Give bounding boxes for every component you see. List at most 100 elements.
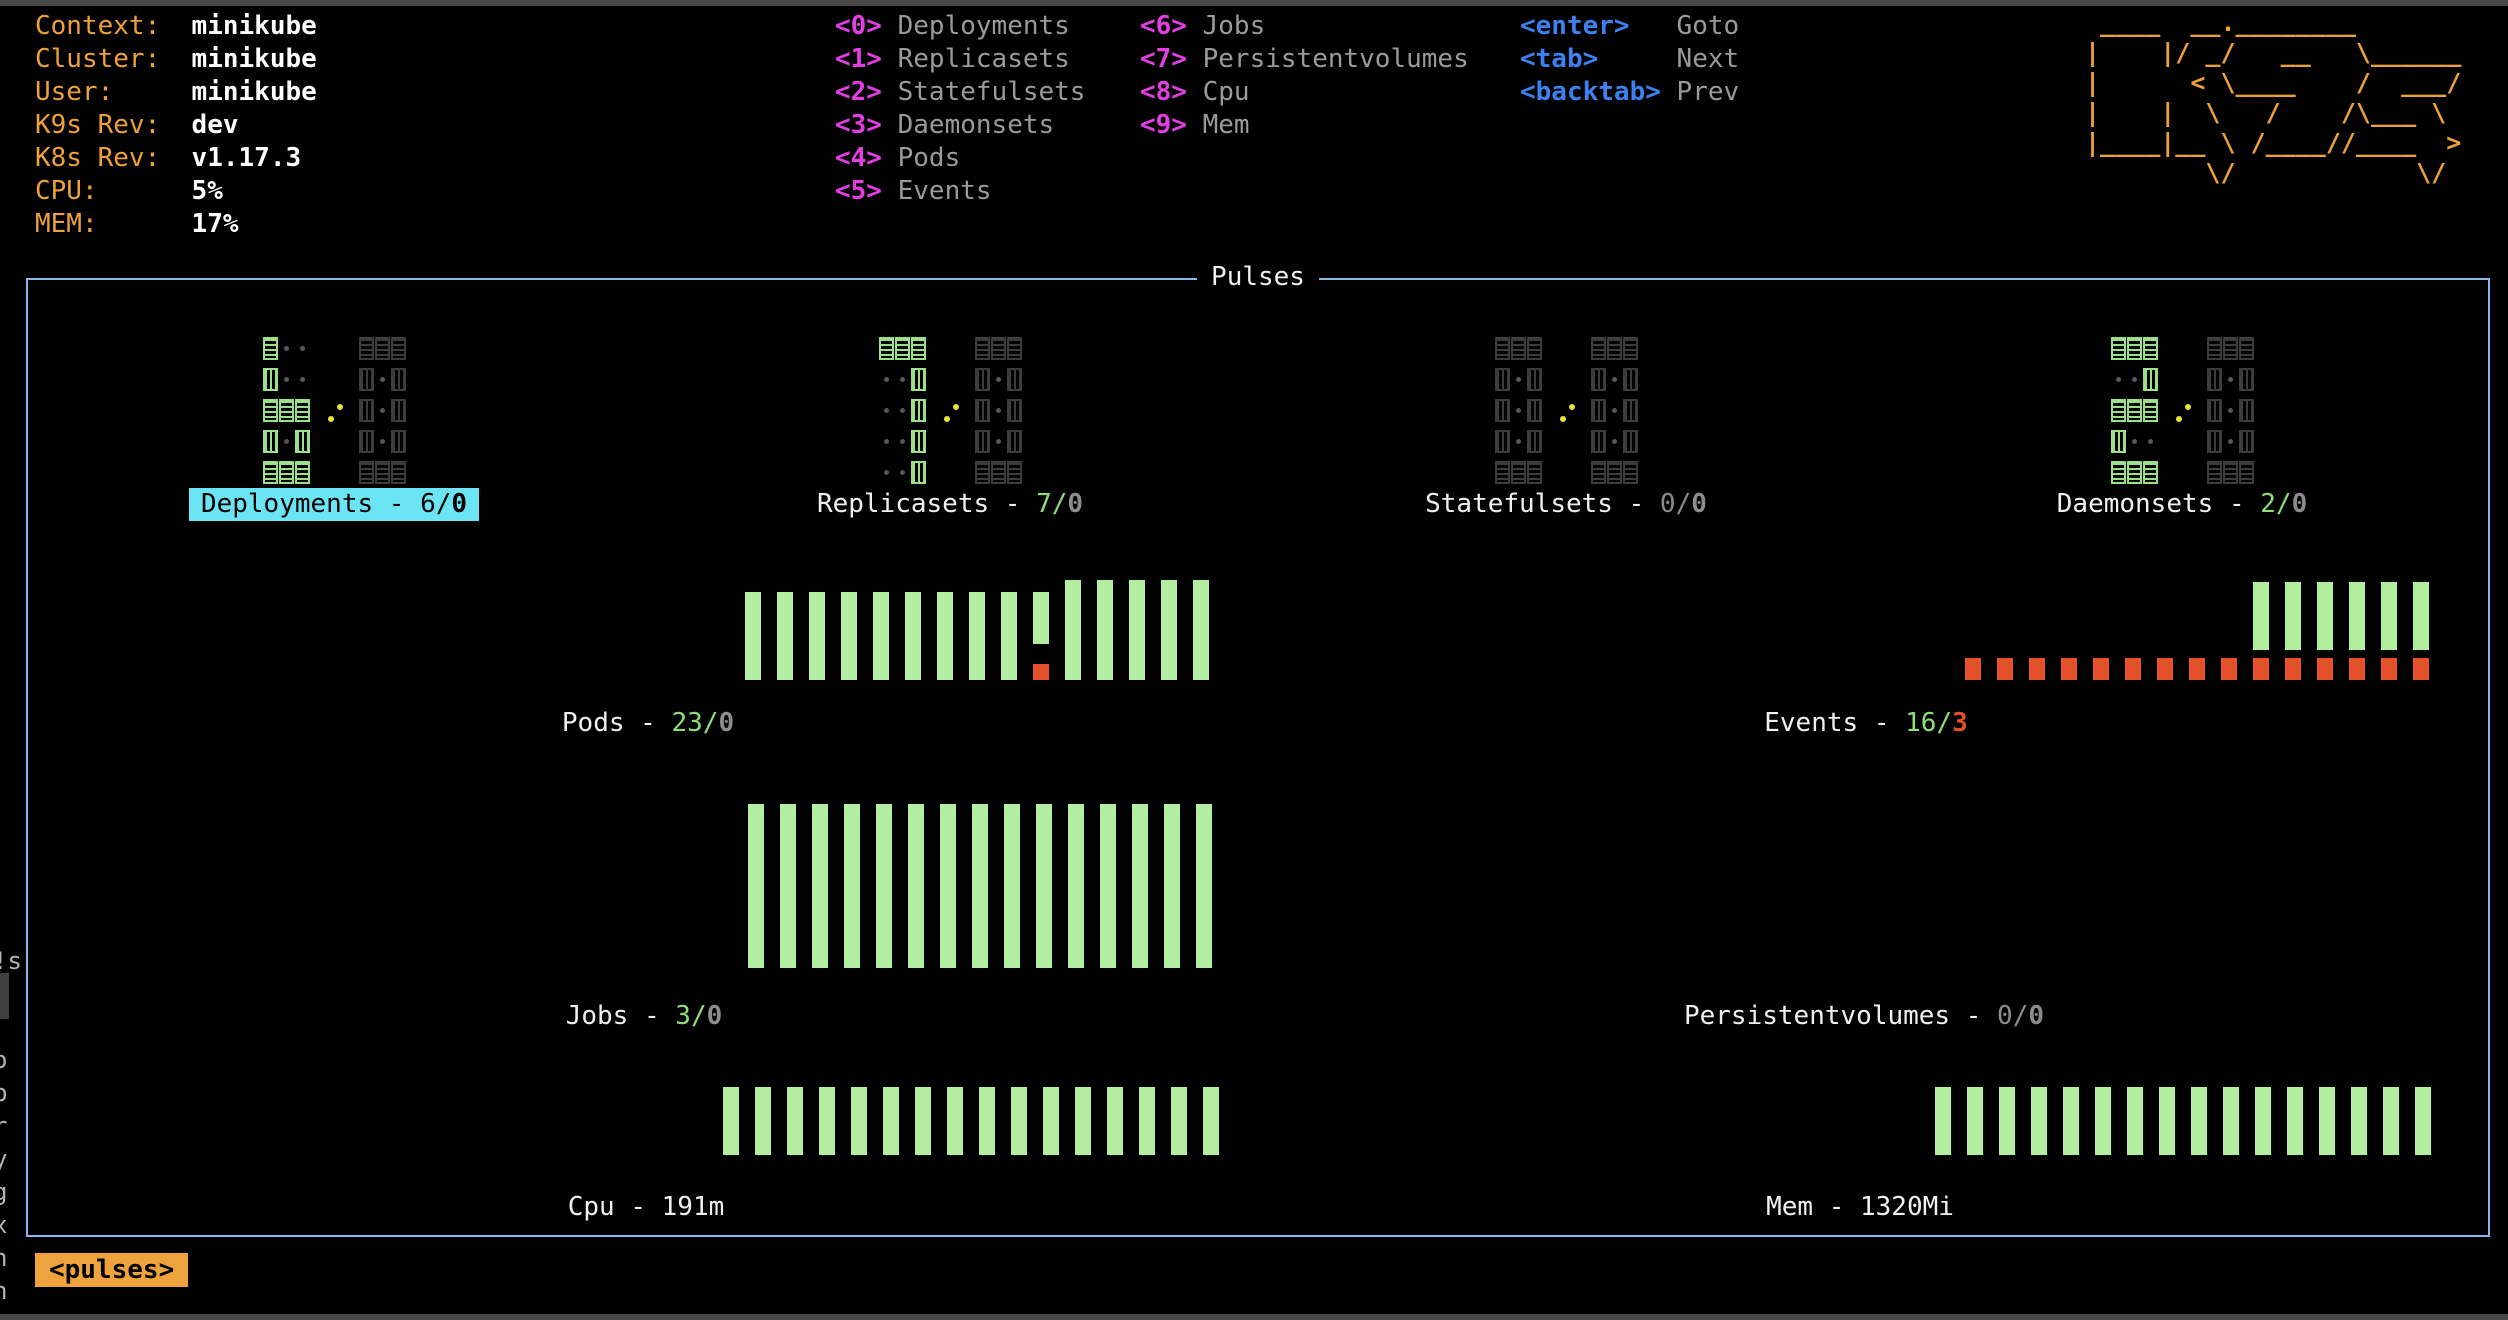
pulse-bar — [876, 804, 892, 968]
pods-chart-label: Pods - 23/0 — [561, 708, 735, 738]
pulse-bar — [2317, 582, 2333, 680]
menu-item-events[interactable]: <5> Events — [835, 175, 1085, 208]
pulse-gauge-replicasets[interactable]: Replicasets - 7/0 — [642, 333, 1258, 521]
pulse-bar — [1965, 658, 1981, 680]
pulses-panel-title: Pulses — [1197, 261, 1319, 294]
pulse-bar — [844, 804, 860, 968]
pulse-bar — [1967, 1087, 1983, 1155]
pulse-bar — [1004, 804, 1020, 968]
pulse-bar — [2351, 1087, 2367, 1155]
pulse-bar — [1097, 580, 1113, 680]
pulse-bar — [2285, 582, 2301, 680]
gauge-digit — [2110, 333, 2158, 488]
pulse-gauge-statefulsets[interactable]: Statefulsets - 0/0 — [1258, 333, 1874, 521]
pulse-chart-jobs[interactable] — [748, 804, 1212, 968]
pulse-bar — [2095, 1087, 2111, 1155]
pulse-bar — [1203, 1087, 1219, 1155]
pulse-bar — [1001, 592, 1017, 680]
menu-item-deployments[interactable]: <0> Deployments — [835, 10, 1085, 43]
menu-item-daemonsets[interactable]: <3> Daemonsets — [835, 109, 1085, 142]
pulse-bar — [723, 1087, 739, 1155]
pulse-bar — [908, 804, 924, 968]
persistentvolumes-chart-label: Persistentvolumes - 0/0 — [1683, 1001, 2045, 1031]
pulse-bar — [1100, 804, 1116, 968]
pulse-bar — [777, 592, 793, 680]
pulse-bar — [905, 592, 921, 680]
gauge-digit — [2206, 333, 2254, 488]
cluster-info-row: User: minikube — [35, 77, 317, 107]
pulse-bar — [2093, 658, 2109, 680]
pulse-bar — [915, 1087, 931, 1155]
pulse-bar — [2221, 658, 2237, 680]
gauge-label: Daemonsets - 2/0 — [2056, 489, 2308, 519]
pulse-bar — [1193, 580, 1209, 680]
gauge-digit — [974, 333, 1022, 488]
pulse-bar — [2413, 582, 2429, 680]
pulse-bar — [2125, 658, 2141, 680]
gauge-digit — [358, 333, 406, 488]
window-edge-top — [0, 0, 2508, 6]
gauge-slash-separator — [310, 333, 358, 488]
pulse-bar — [1164, 804, 1180, 968]
gauge-label: Replicasets - 7/0 — [816, 489, 1084, 519]
pulse-bar — [2253, 582, 2269, 680]
pulse-chart-pods[interactable] — [745, 580, 1209, 680]
menu-item-replicasets[interactable]: <1> Replicasets — [835, 43, 1085, 76]
pulse-bar — [873, 592, 889, 680]
pulse-bar — [1999, 1087, 2015, 1155]
menu-item-statefulsets[interactable]: <2> Statefulsets — [835, 76, 1085, 109]
hotkey-menu-column-2: <6> Jobs <7> Persistentvolumes <8> Cpu <9> … — [1140, 10, 1469, 142]
pulse-bar — [940, 804, 956, 968]
cluster-info-row: K9s Rev: dev — [35, 110, 239, 140]
menu-item-persistentvolumes[interactable]: <7> Persistentvolumes — [1140, 43, 1469, 76]
pulse-bar — [2381, 582, 2397, 680]
window-edge-bottom — [0, 1314, 2508, 1320]
menu-item-goto[interactable]: <enter> Goto — [1520, 10, 1739, 43]
menu-item-mem[interactable]: <9> Mem — [1140, 109, 1469, 142]
pulse-bar — [1196, 804, 1212, 968]
pulse-bar — [851, 1087, 867, 1155]
k9s-ascii-logo: ____ __.________ | |/ _/ __ \______ | < … — [2085, 8, 2462, 187]
pulse-bar — [819, 1087, 835, 1155]
pulses-crumb-badge[interactable]: <pulses> — [35, 1253, 189, 1287]
gauge-digit — [1494, 333, 1542, 488]
pulse-bar — [1935, 1087, 1951, 1155]
pulse-gauge-daemonsets[interactable]: Daemonsets - 2/0 — [1874, 333, 2490, 521]
gauge-digit — [262, 333, 310, 488]
pulse-gauges-row: Deployments - 6/0 Replicasets - 7/0 Statef… — [26, 333, 2490, 521]
pulse-bar — [2029, 658, 2045, 680]
pulse-bar — [2223, 1087, 2239, 1155]
cluster-info-row: CPU: 5% — [35, 176, 223, 206]
pulse-bar — [972, 804, 988, 968]
menu-item-pods[interactable]: <4> Pods — [835, 142, 1085, 175]
pulse-chart-events[interactable] — [1965, 580, 2429, 680]
pulse-gauge-deployments[interactable]: Deployments - 6/0 — [26, 333, 642, 521]
pulse-bar — [1043, 1087, 1059, 1155]
pulse-bar — [1171, 1087, 1187, 1155]
pulse-bar — [2349, 582, 2365, 680]
pulse-bar — [1132, 804, 1148, 968]
menu-item-cpu[interactable]: <8> Cpu — [1140, 76, 1469, 109]
pulse-bar — [745, 592, 761, 680]
gauge-digit — [1590, 333, 1638, 488]
cluster-info-row: Context: minikube — [35, 11, 317, 41]
pulse-chart-cpu[interactable] — [723, 1087, 1219, 1155]
left-edge-artifact-block — [0, 973, 9, 1019]
cluster-info-row: K8s Rev: v1.17.3 — [35, 143, 302, 173]
pulse-bar — [2319, 1087, 2335, 1155]
pulse-bar — [947, 1087, 963, 1155]
pulse-bar — [937, 592, 953, 680]
pulse-bar — [1075, 1087, 1091, 1155]
mem-chart-label: Mem - 1320Mi — [1766, 1192, 1954, 1222]
pulse-chart-mem[interactable] — [1935, 1087, 2431, 1155]
gauge-slash-separator — [2158, 333, 2206, 488]
events-chart-label: Events - 16/3 — [1764, 708, 1968, 738]
pulse-bar — [2255, 1087, 2271, 1155]
menu-item-next[interactable]: <tab> Next — [1520, 43, 1739, 76]
pulse-bar — [1139, 1087, 1155, 1155]
pulse-bar — [812, 804, 828, 968]
gauge-label: Statefulsets - 0/0 — [1425, 489, 1707, 519]
pulse-bar — [780, 804, 796, 968]
menu-item-jobs[interactable]: <6> Jobs — [1140, 10, 1469, 43]
menu-item-prev[interactable]: <backtab> Prev — [1520, 76, 1739, 109]
